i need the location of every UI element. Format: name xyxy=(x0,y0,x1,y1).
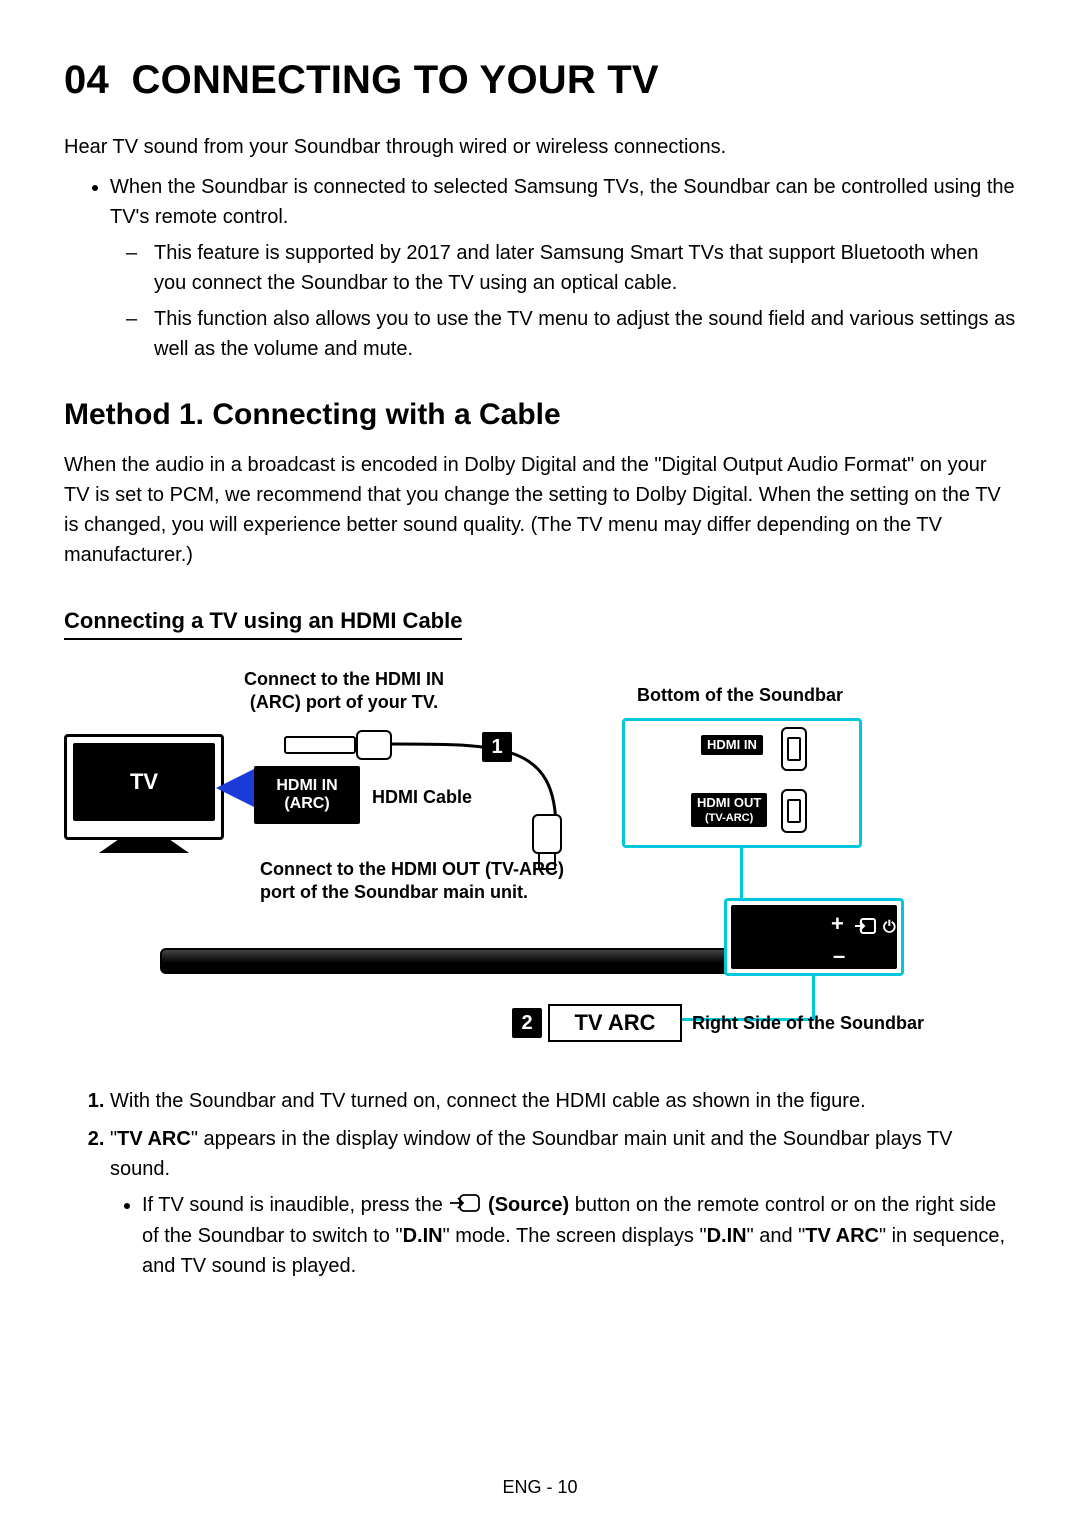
tv-label: TV xyxy=(73,743,215,821)
step-2: "TV ARC" appears in the display window o… xyxy=(110,1124,1016,1281)
section-number: 04 xyxy=(64,58,109,102)
connection-diagram: Connect to the HDMI IN (ARC) port of you… xyxy=(64,668,1016,1058)
dash-list: This feature is supported by 2017 and la… xyxy=(110,238,1016,364)
port-hdmi-out-icon xyxy=(781,789,807,833)
step-1: With the Soundbar and TV turned on, conn… xyxy=(110,1086,1016,1116)
soundbar-port-panel: HDMI IN HDMI OUT (TV-ARC) xyxy=(622,718,862,848)
step-badge-2: 2 xyxy=(512,1008,542,1038)
step-badge-1: 1 xyxy=(482,732,512,762)
port-hdmi-in-icon xyxy=(781,727,807,771)
rp-source-icon xyxy=(855,917,877,941)
callout-hdmi-in-arc: HDMI IN (ARC) xyxy=(254,766,360,824)
source-button-icon xyxy=(450,1191,480,1221)
port-label-hdmi-out: HDMI OUT (TV-ARC) xyxy=(691,793,767,827)
label-right-side: Right Side of the Soundbar xyxy=(692,1012,924,1035)
tv-icon: TV xyxy=(64,734,224,840)
intro-paragraph: Hear TV sound from your Soundbar through… xyxy=(64,133,1016,162)
tv-stand-icon xyxy=(99,839,189,853)
label-bottom-soundbar: Bottom of the Soundbar xyxy=(618,684,862,707)
label-connect-tv: Connect to the HDMI IN (ARC) port of you… xyxy=(234,668,454,715)
dash-item-1: This feature is supported by 2017 and la… xyxy=(154,238,1016,298)
step-2-sub: If TV sound is inaudible, press the (Sou… xyxy=(142,1190,1016,1281)
label-connect-soundbar: Connect to the HDMI OUT (TV-ARC) port of… xyxy=(260,858,580,905)
section-title: CONNECTING TO YOUR TV xyxy=(132,58,659,102)
instruction-steps: With the Soundbar and TV turned on, conn… xyxy=(64,1086,1016,1281)
soundbar-right-panel: + – ⏻ xyxy=(724,898,904,976)
section-heading: 04 CONNECTING TO YOUR TV xyxy=(64,58,1016,103)
rp-power-icon: ⏻ xyxy=(883,919,896,937)
method-heading: Method 1. Connecting with a Cable xyxy=(64,398,1016,432)
rp-plus-icon: + xyxy=(831,911,844,937)
intro-bullets: When the Soundbar is connected to select… xyxy=(64,172,1016,364)
dash-item-2: This function also allows you to use the… xyxy=(154,304,1016,364)
port-label-hdmi-in: HDMI IN xyxy=(701,735,763,755)
sub-heading: Connecting a TV using an HDMI Cable xyxy=(64,608,462,640)
hdmi-plug-left-icon xyxy=(284,730,394,758)
rp-minus-icon: – xyxy=(833,943,845,969)
label-hdmi-cable: HDMI Cable xyxy=(372,786,472,809)
bullet-main: When the Soundbar is connected to select… xyxy=(110,172,1016,364)
page-footer: ENG - 10 xyxy=(0,1477,1080,1498)
tv-arc-display: TV ARC xyxy=(548,1004,682,1042)
method-paragraph: When the audio in a broadcast is encoded… xyxy=(64,450,1016,570)
